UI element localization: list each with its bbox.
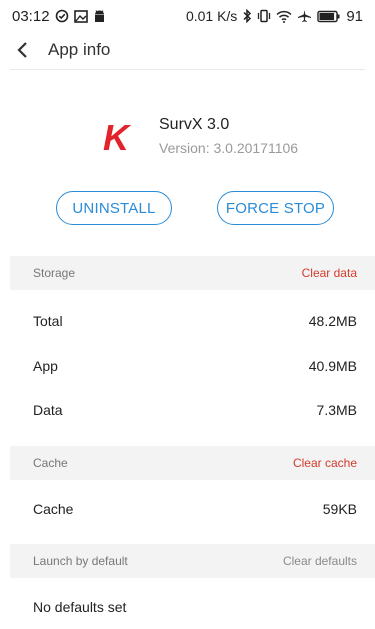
chevron-left-icon bbox=[17, 42, 27, 58]
vibrate-icon bbox=[257, 9, 271, 23]
check-circle-icon bbox=[55, 9, 69, 23]
uninstall-button[interactable]: UNINSTALL bbox=[56, 191, 172, 225]
network-speed: 0.01 K/s bbox=[185, 8, 238, 24]
storage-title: Storage bbox=[33, 266, 76, 280]
clear-defaults-button[interactable]: Clear defaults bbox=[283, 554, 357, 568]
wifi-icon bbox=[276, 10, 292, 23]
divider bbox=[10, 69, 365, 70]
gallery-icon bbox=[73, 9, 88, 23]
status-left: 03:12 bbox=[12, 8, 106, 25]
storage-section-header: Storage Clear data bbox=[10, 256, 375, 290]
battery-icon bbox=[317, 10, 341, 23]
cache-title: Cache bbox=[33, 456, 68, 470]
app-header: K SurvX 3.0 Version: 3.0.20171106 bbox=[0, 108, 375, 168]
airplane-icon bbox=[297, 9, 312, 23]
row-value: 7.3MB bbox=[316, 402, 357, 418]
launch-row: No defaults set bbox=[0, 585, 375, 629]
row-value: 40.9MB bbox=[308, 358, 357, 374]
row-label: Total bbox=[33, 313, 63, 329]
storage-row-total: Total 48.2MB bbox=[0, 299, 375, 343]
clear-cache-button[interactable]: Clear cache bbox=[293, 456, 357, 470]
row-label: No defaults set bbox=[33, 599, 127, 615]
app-bar: App info bbox=[0, 32, 375, 68]
page-title: App info bbox=[48, 40, 111, 59]
back-button[interactable] bbox=[0, 32, 50, 68]
launch-section-header: Launch by default Clear defaults bbox=[10, 544, 375, 578]
status-time: 03:12 bbox=[12, 7, 50, 25]
app-logo: K bbox=[100, 116, 140, 158]
storage-row-app: App 40.9MB bbox=[0, 344, 375, 388]
android-icon bbox=[93, 9, 106, 23]
battery-level: 91 bbox=[346, 7, 363, 25]
logo-letter: K bbox=[103, 117, 132, 156]
row-label: Cache bbox=[33, 501, 74, 517]
status-bar: 03:12 0.01 K/s 91 bbox=[0, 0, 375, 32]
row-label: Data bbox=[33, 402, 63, 418]
clear-data-button[interactable]: Clear data bbox=[302, 266, 357, 280]
row-value: 59KB bbox=[322, 501, 357, 517]
force-stop-button[interactable]: FORCE STOP bbox=[217, 191, 334, 225]
row-label: App bbox=[33, 358, 58, 374]
app-version: Version: 3.0.20171106 bbox=[159, 140, 299, 156]
status-right: 0.01 K/s 91 bbox=[186, 8, 363, 25]
bluetooth-icon bbox=[242, 9, 252, 23]
cache-row: Cache 59KB bbox=[0, 487, 375, 531]
app-name: SurvX 3.0 bbox=[159, 116, 230, 133]
storage-row-data: Data 7.3MB bbox=[0, 388, 375, 432]
row-value: 48.2MB bbox=[308, 313, 357, 329]
launch-title: Launch by default bbox=[33, 554, 128, 568]
cache-section-header: Cache Clear cache bbox=[10, 446, 375, 480]
